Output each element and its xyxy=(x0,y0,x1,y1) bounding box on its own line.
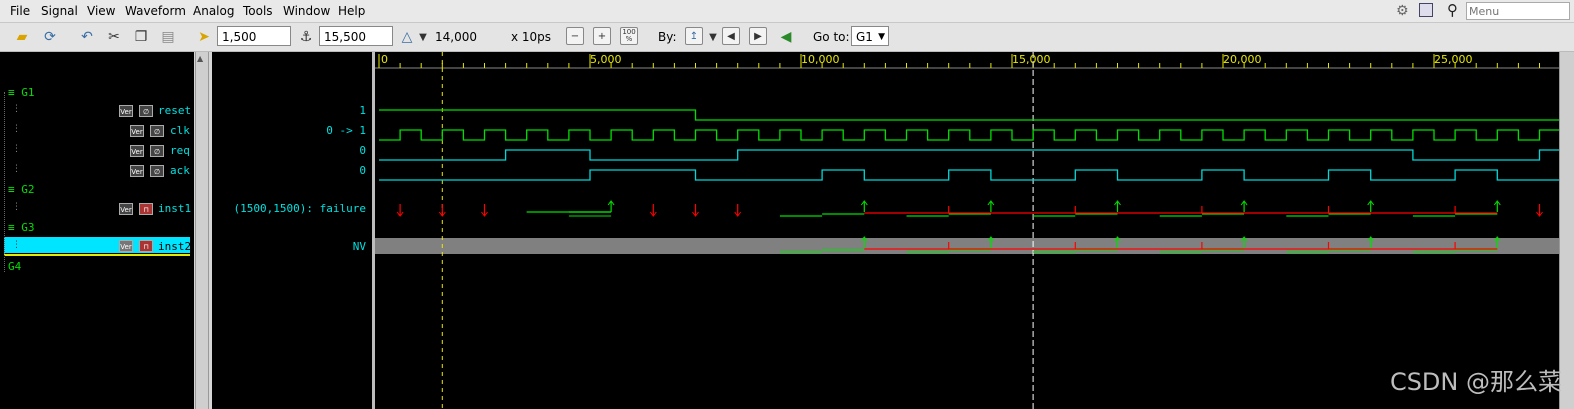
goto-select[interactable]: G1 ▼ xyxy=(851,26,889,46)
chevron-down-icon: ▼ xyxy=(878,32,885,42)
marker-flag-icon[interactable]: ◀ xyxy=(776,27,796,47)
watermark: CSDN @那么菜 xyxy=(1389,368,1562,396)
ver-icon: Ver xyxy=(130,145,144,157)
signal-ack[interactable]: ack xyxy=(170,164,190,177)
ver-icon: Ver xyxy=(130,125,144,137)
menu-analog[interactable]: Analog xyxy=(193,4,234,18)
ver-icon: Ver xyxy=(130,165,144,177)
menu-signal[interactable]: Signal xyxy=(41,4,78,18)
scroll-up-icon[interactable]: ▲ xyxy=(197,54,203,63)
ruler-label-20000: 20,000 xyxy=(1223,53,1262,66)
ruler-label-15000: 15,000 xyxy=(1012,53,1051,66)
wave-ack xyxy=(379,169,1559,181)
ver-icon: Ver xyxy=(119,203,133,215)
signal-reset[interactable]: reset xyxy=(158,104,191,117)
undo-icon[interactable]: ↶ xyxy=(77,27,97,47)
selection-underline xyxy=(4,254,190,256)
signal-icon: ∅ xyxy=(150,125,164,137)
right-scrollbar[interactable] xyxy=(1559,52,1574,409)
value-req: 0 xyxy=(359,144,366,157)
cursor1-field[interactable]: 1,500 xyxy=(217,26,291,46)
wave-req xyxy=(379,149,1559,161)
search-icon[interactable]: ⚲ xyxy=(1447,1,1458,19)
menu-view[interactable]: View xyxy=(87,4,115,18)
menu-bar: File Signal View Waveform Analog Tools W… xyxy=(0,0,1574,23)
menu-search-input[interactable] xyxy=(1466,2,1570,20)
menu-window[interactable]: Window xyxy=(283,4,330,18)
edge-type-icon[interactable]: ↥ xyxy=(685,27,703,45)
signal-req[interactable]: req xyxy=(170,144,190,157)
assertion-icon: ⊓ xyxy=(139,203,153,215)
ver-icon: Ver xyxy=(119,240,133,252)
value-inst2: NV xyxy=(352,240,366,253)
group-g3[interactable]: ≡ G3 xyxy=(8,221,35,234)
group-bracket xyxy=(4,92,7,272)
value-reset: 1 xyxy=(359,104,366,117)
paste-icon[interactable]: ▤ xyxy=(158,27,178,47)
signal-name-pane: ≡ G1 ⋮ Ver ∅ reset ⋮ Ver ∅ clk ⋮ Ver ∅ r… xyxy=(0,52,194,409)
signal-inst2[interactable]: inst2 xyxy=(158,240,191,253)
cut-icon[interactable]: ✂ xyxy=(104,27,124,47)
signal-clk[interactable]: clk xyxy=(170,124,190,137)
copy-icon[interactable]: ❐ xyxy=(131,27,151,47)
by-label: By: xyxy=(658,30,677,44)
value-clk: 0 -> 1 xyxy=(326,124,366,137)
delta-value: 14,000 xyxy=(435,30,477,44)
prev-edge-icon[interactable]: ◀ xyxy=(722,27,740,45)
menu-tools[interactable]: Tools xyxy=(243,4,273,18)
zoom-100-icon[interactable]: 100 % xyxy=(620,27,638,45)
wave-clk xyxy=(379,129,1559,141)
wave-reset xyxy=(379,109,1559,121)
goto-select-value: G1 xyxy=(856,30,873,44)
signal-icon: ∅ xyxy=(150,145,164,157)
settings-icon[interactable]: ⚙ xyxy=(1396,3,1409,19)
waveform-canvas[interactable] xyxy=(375,52,1559,409)
group-g2[interactable]: ≡ G2 xyxy=(8,183,35,196)
waveform-pane: 0 5,000 10,000 15,000 20,000 25,000 xyxy=(375,52,1559,409)
zoom-in-icon[interactable]: + xyxy=(593,27,611,45)
inst2-band xyxy=(375,238,1559,254)
open-folder-icon[interactable]: ▰ xyxy=(12,27,32,47)
goto-label: Go to: xyxy=(813,30,850,44)
value-ack: 0 xyxy=(359,164,366,177)
ruler-label-25000: 25,000 xyxy=(1434,53,1473,66)
value-pane: 1 0 -> 1 0 0 (1500,1500): failure NV xyxy=(212,52,372,409)
signal-icon: ∅ xyxy=(150,165,164,177)
ruler-label-10000: 10,000 xyxy=(801,53,840,66)
menu-file[interactable]: File xyxy=(10,4,30,18)
cursor2-field[interactable]: 15,500 xyxy=(319,26,393,46)
signal-icon: ∅ xyxy=(139,105,153,117)
ruler-bg xyxy=(375,52,1559,68)
left-scrollbar[interactable]: ▲ xyxy=(195,52,209,409)
ver-icon: Ver xyxy=(119,105,133,117)
group-g1[interactable]: ≡ G1 xyxy=(8,86,35,99)
value-inst1: (1500,1500): failure xyxy=(233,202,366,215)
time-unit: x 10ps xyxy=(511,30,552,44)
menu-waveform[interactable]: Waveform xyxy=(125,4,186,18)
toolbar: ▰ ⟳ ↶ ✂ ❐ ▤ ➤ 1,500 ⚓ 15,500 △ ▼ 14,000 … xyxy=(0,23,1574,52)
edge-dropdown-icon[interactable]: ▼ xyxy=(703,27,723,47)
ruler-label-5000: 5,000 xyxy=(590,53,622,66)
assertion-icon: ⊓ xyxy=(139,240,153,252)
next-edge-icon[interactable]: ▶ xyxy=(749,27,767,45)
pointer-icon[interactable]: ➤ xyxy=(194,27,214,47)
ruler-label-0: 0 xyxy=(381,53,388,66)
group-g4[interactable]: G4 xyxy=(8,260,21,273)
delta-dropdown-icon[interactable]: ▼ xyxy=(413,27,433,47)
signal-inst1[interactable]: inst1 xyxy=(158,202,191,215)
window-icon[interactable] xyxy=(1419,3,1433,17)
marker-icon[interactable]: ⚓ xyxy=(296,27,316,47)
zoom-out-icon[interactable]: − xyxy=(566,27,584,45)
menu-help[interactable]: Help xyxy=(338,4,365,18)
reload-icon[interactable]: ⟳ xyxy=(40,27,60,47)
